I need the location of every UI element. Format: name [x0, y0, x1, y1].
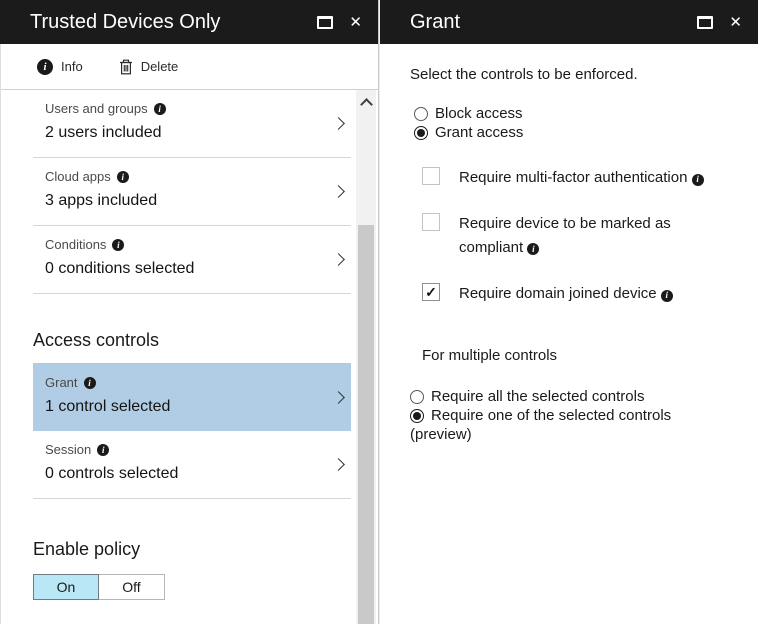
delete-button-label: Delete	[141, 59, 179, 74]
grant-blade: Grant ✕ Select the controls to be enforc…	[379, 0, 758, 624]
users-and-groups-label: Users and groups	[45, 101, 148, 116]
policy-blade: Trusted Devices Only ✕ i Info Delete	[0, 0, 379, 624]
info-badge-icon: i	[112, 239, 124, 251]
enable-policy-toggle: On Off	[33, 574, 351, 600]
delete-button[interactable]: Delete	[119, 59, 179, 75]
checkbox-require-mfa[interactable]: Require multi-factor authentication i	[422, 167, 730, 189]
info-badge-icon: i	[154, 103, 166, 115]
multiple-controls-heading: For multiple controls	[422, 347, 730, 364]
access-type-radio-group: Block access Grant access	[414, 105, 730, 141]
maximize-icon	[697, 16, 713, 29]
policy-scroll-area: Users and groups i 2 users included Clou…	[0, 90, 378, 624]
info-badge-icon: i	[84, 377, 96, 389]
maximize-button[interactable]	[697, 16, 713, 29]
list-item-grant[interactable]: Grant i 1 control selected	[33, 363, 351, 431]
preview-suffix-label: (preview)	[410, 426, 730, 443]
info-badge-icon: i	[692, 174, 704, 186]
multiple-controls-radio-group: Require all the selected controls Requir…	[410, 388, 730, 443]
grant-label: Grant	[45, 375, 78, 390]
require-all-controls-label: Require all the selected controls	[431, 388, 644, 405]
cloud-apps-label: Cloud apps	[45, 169, 111, 184]
policy-toolbar: i Info Delete	[0, 44, 378, 90]
list-item-session[interactable]: Session i 0 controls selected	[33, 431, 351, 499]
controls-checkbox-group: Require multi-factor authentication i Re…	[422, 167, 730, 305]
maximize-button[interactable]	[317, 16, 333, 29]
scrollbar[interactable]	[356, 90, 376, 624]
radio-selected-icon	[414, 126, 428, 140]
access-controls-heading: Access controls	[33, 330, 351, 351]
session-label: Session	[45, 442, 91, 457]
radio-selected-icon	[410, 409, 424, 423]
list-item-cloud-apps[interactable]: Cloud apps i 3 apps included	[33, 158, 351, 226]
enable-policy-off-button[interactable]: Off	[99, 574, 165, 600]
list-item-users-and-groups[interactable]: Users and groups i 2 users included	[33, 90, 351, 158]
info-badge-icon: i	[661, 290, 673, 302]
cloud-apps-value: 3 apps included	[45, 192, 327, 210]
radio-unselected-icon	[414, 107, 428, 121]
checkmark-icon: ✓	[425, 285, 437, 299]
checkbox-unchecked-icon	[422, 167, 440, 185]
policy-blade-header: Trusted Devices Only ✕	[0, 0, 378, 44]
close-button[interactable]: ✕	[729, 15, 742, 30]
grant-access-label: Grant access	[435, 124, 523, 141]
info-badge-icon: i	[117, 171, 129, 183]
conditions-value: 0 conditions selected	[45, 260, 327, 278]
scroll-up-button[interactable]	[356, 90, 376, 116]
close-icon: ✕	[729, 15, 742, 30]
chevron-right-icon	[332, 185, 345, 198]
checkbox-checked-icon: ✓	[422, 283, 440, 301]
info-button-label: Info	[61, 59, 83, 74]
enable-policy-heading: Enable policy	[33, 539, 351, 560]
require-domain-joined-label: Require domain joined device	[459, 285, 657, 302]
chevron-right-icon	[332, 458, 345, 471]
block-access-label: Block access	[435, 105, 523, 122]
radio-require-one-control[interactable]: Require one of the selected controls	[410, 407, 730, 424]
close-icon: ✕	[349, 15, 362, 30]
info-badge-icon: i	[97, 444, 109, 456]
info-icon: i	[37, 59, 53, 75]
policy-blade-title: Trusted Devices Only	[30, 11, 301, 34]
checkbox-require-domain-joined[interactable]: ✓ Require domain joined device i	[422, 283, 730, 305]
chevron-right-icon	[332, 391, 345, 404]
radio-grant-access[interactable]: Grant access	[414, 124, 730, 141]
maximize-icon	[317, 16, 333, 29]
require-compliant-label: Require device to be marked as compliant	[459, 215, 671, 255]
grant-subtitle: Select the controls to be enforced.	[410, 66, 730, 83]
trash-icon	[119, 59, 133, 75]
info-badge-icon: i	[527, 243, 539, 255]
chevron-right-icon	[332, 253, 345, 266]
require-mfa-label: Require multi-factor authentication	[459, 169, 687, 186]
list-item-conditions[interactable]: Conditions i 0 conditions selected	[33, 226, 351, 294]
radio-require-one-control-item: Require one of the selected controls (pr…	[410, 407, 730, 443]
radio-require-all-controls[interactable]: Require all the selected controls	[410, 388, 730, 405]
checkbox-unchecked-icon	[422, 213, 440, 231]
grant-blade-title: Grant	[410, 11, 681, 34]
grant-value: 1 control selected	[45, 398, 327, 416]
close-button[interactable]: ✕	[349, 15, 362, 30]
radio-unselected-icon	[410, 390, 424, 404]
chevron-right-icon	[332, 117, 345, 130]
grant-blade-header: Grant ✕	[380, 0, 758, 44]
enable-policy-on-button[interactable]: On	[33, 574, 99, 600]
users-and-groups-value: 2 users included	[45, 124, 327, 142]
conditions-label: Conditions	[45, 237, 106, 252]
policy-settings-list: Users and groups i 2 users included Clou…	[33, 90, 351, 600]
scrollbar-thumb[interactable]	[358, 225, 374, 624]
require-one-control-label: Require one of the selected controls	[431, 407, 671, 424]
checkbox-require-compliant-device[interactable]: Require device to be marked as compliant…	[422, 213, 730, 259]
info-button[interactable]: i Info	[37, 59, 83, 75]
grant-blade-content: Select the controls to be enforced. Bloc…	[380, 44, 758, 443]
session-value: 0 controls selected	[45, 465, 327, 483]
radio-block-access[interactable]: Block access	[414, 105, 730, 122]
chevron-up-icon	[360, 98, 373, 111]
